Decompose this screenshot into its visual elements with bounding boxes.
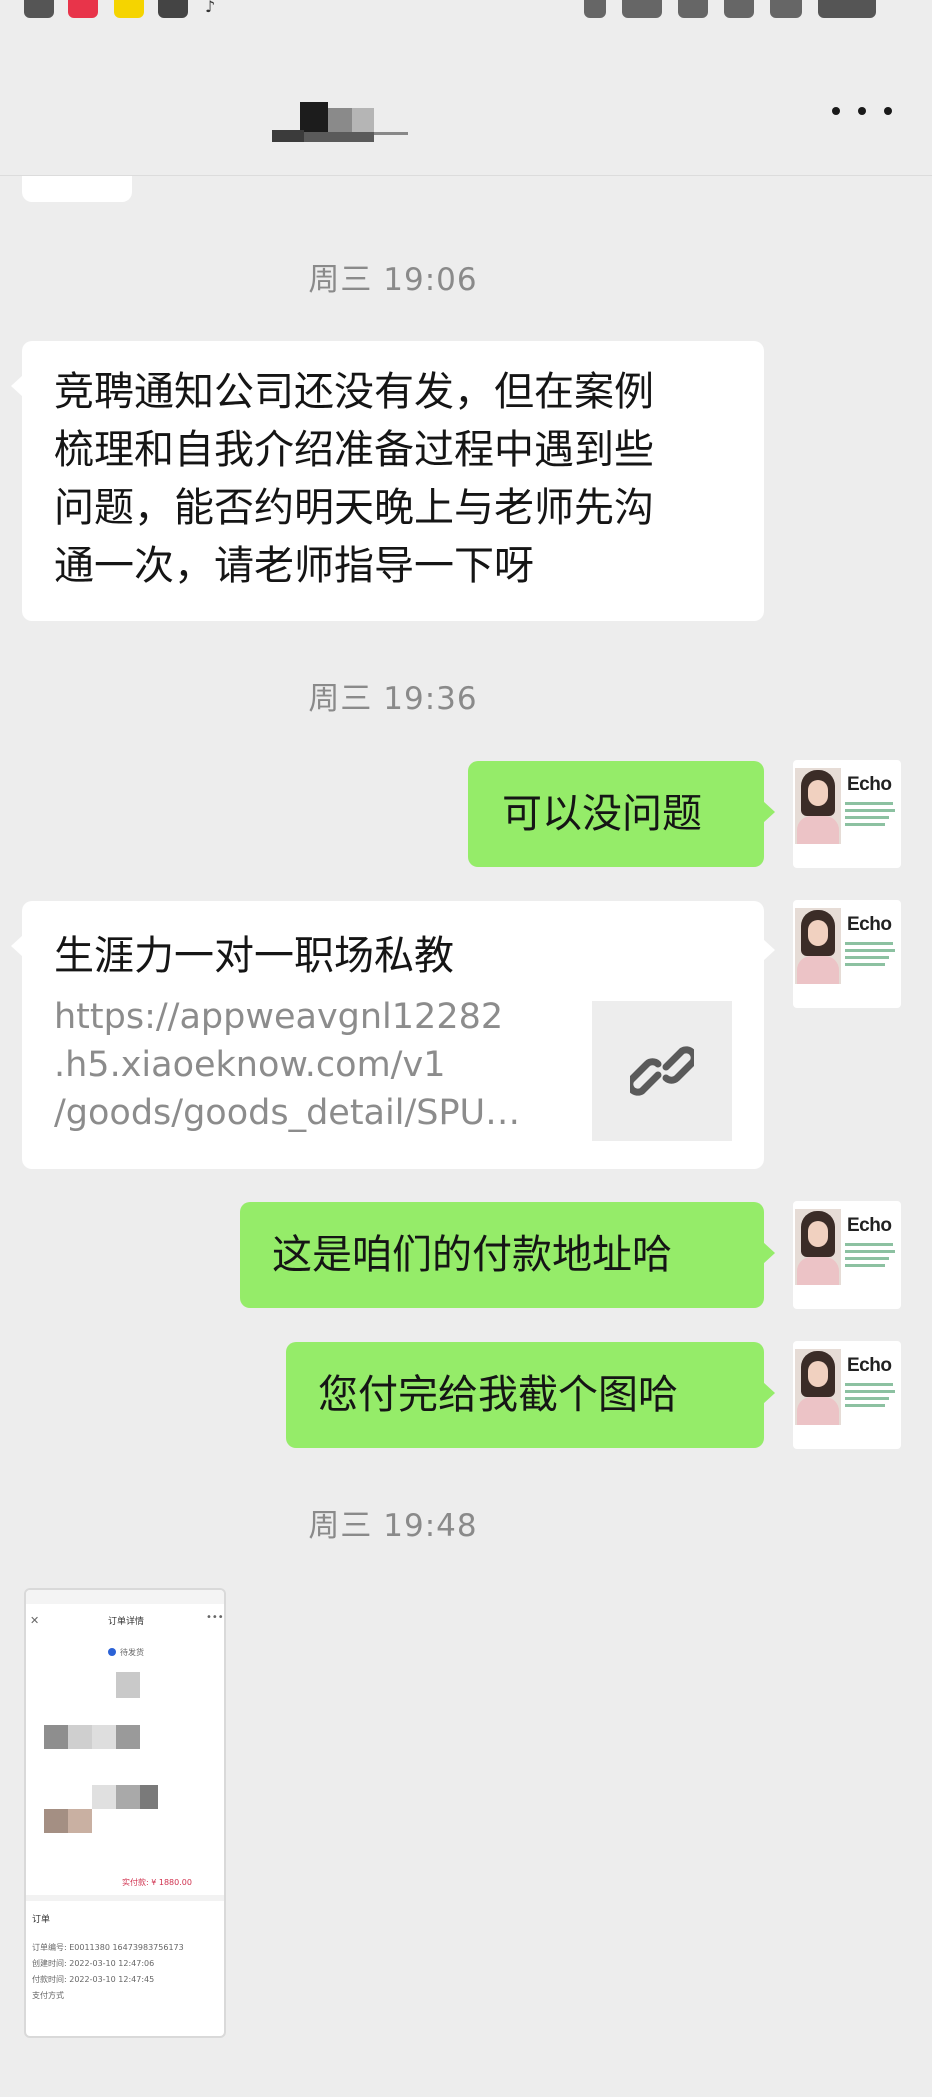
avatar-brand-text: Echo <box>847 774 892 795</box>
link-card-title: 生涯力一对一职场私教 <box>54 933 454 979</box>
screenshot-row: 付款时间: 2022-03-10 12:47:45 <box>32 1975 155 1984</box>
app-notification-icon <box>158 0 188 18</box>
received-message-bubble[interactable]: 竞聘通知公司还没有发，但在案例 梳理和自我介绍准备过程中遇到些 问题，能否约明天… <box>11 341 764 621</box>
status-bar: ♪ <box>0 0 932 40</box>
sent-message-bubble[interactable]: 可以没问题 <box>468 761 775 867</box>
more-dot-icon <box>858 107 866 115</box>
cellular-signal-icon <box>678 0 708 18</box>
link-thumbnail <box>592 1001 732 1141</box>
message-line: 梳理和自我介绍准备过程中遇到些 <box>54 427 654 473</box>
tiktok-icon: ♪ <box>205 0 216 16</box>
sent-message-bubble[interactable]: 您付完给我截个图哈 <box>286 1342 775 1448</box>
more-icon: ••• <box>206 1612 224 1623</box>
message-text: 这是咱们的付款地址哈 <box>272 1232 672 1278</box>
message-timestamp: 周三 19:06 <box>308 262 478 298</box>
more-dot-icon <box>884 107 892 115</box>
image-message-payment-screenshot[interactable]: ✕ 订单详情 ••• 待发货 实付款: ¥ 1880.00 订单 订单编号: E… <box>24 1588 226 2038</box>
chat-header <box>0 40 932 176</box>
avatar-brand-text: Echo <box>847 1215 892 1236</box>
system-status <box>584 0 876 20</box>
hd-signal-icon <box>622 0 662 18</box>
close-icon: ✕ <box>30 1614 40 1627</box>
more-dot-icon <box>832 107 840 115</box>
app-notification-icon <box>68 0 98 18</box>
message-text: 可以没问题 <box>502 791 702 837</box>
wifi-icon <box>770 0 802 18</box>
contact-name-obscured <box>272 102 410 144</box>
screenshot-row: 支付方式 <box>32 1991 64 2000</box>
screenshot-amount: 实付款: ¥ 1880.00 <box>122 1878 192 1887</box>
link-card-url: https://appweavgnl12282 .h5.xiaoeknow.co… <box>54 997 521 1133</box>
screenshot-row: 创建时间: 2022-03-10 12:47:06 <box>32 1959 155 1968</box>
sent-message-bubble[interactable]: 这是咱们的付款地址哈 <box>240 1202 775 1308</box>
message-timestamp: 周三 19:36 <box>308 681 478 717</box>
avatar-brand-text: Echo <box>847 1355 892 1376</box>
app-notification-icon <box>114 0 144 18</box>
avatar[interactable]: Echo <box>793 900 901 1008</box>
link-card-message[interactable]: 生涯力一对一职场私教 https://appweavgnl12282 .h5.x… <box>11 901 775 1169</box>
message-line: 通一次，请老师指导一下呀 <box>54 543 534 589</box>
more-options-button[interactable] <box>832 96 892 126</box>
screenshot-row: 订单编号: E0011380 16473983756173 <box>32 1943 184 1952</box>
avatar-brand-text: Echo <box>847 914 892 935</box>
message-line: 竞聘通知公司还没有发，但在案例 <box>54 369 654 415</box>
screenshot-status: 待发货 <box>120 1648 144 1657</box>
message-text: 您付完给我截个图哈 <box>318 1372 678 1418</box>
message-line: 问题，能否约明天晚上与老师先沟 <box>54 485 654 531</box>
avatar[interactable]: Echo <box>793 1201 901 1309</box>
screenshot-section: 订单 <box>32 1915 51 1925</box>
message-timestamp: 周三 19:48 <box>308 1508 478 1544</box>
cellular-signal-icon <box>724 0 754 18</box>
app-notification-icon <box>24 0 54 18</box>
link-icon <box>630 1046 694 1096</box>
vibrate-icon <box>584 0 606 18</box>
message-text: 竞聘通知公司还没有发，但在案例 梳理和自我介绍准备过程中遇到些 问题，能否约明天… <box>54 363 744 595</box>
battery-icon <box>818 0 876 18</box>
avatar[interactable]: Echo <box>793 1341 901 1449</box>
screenshot-header: 订单详情 <box>108 1617 145 1627</box>
avatar[interactable]: Echo <box>793 760 901 868</box>
previous-message-bubble[interactable] <box>22 176 132 202</box>
